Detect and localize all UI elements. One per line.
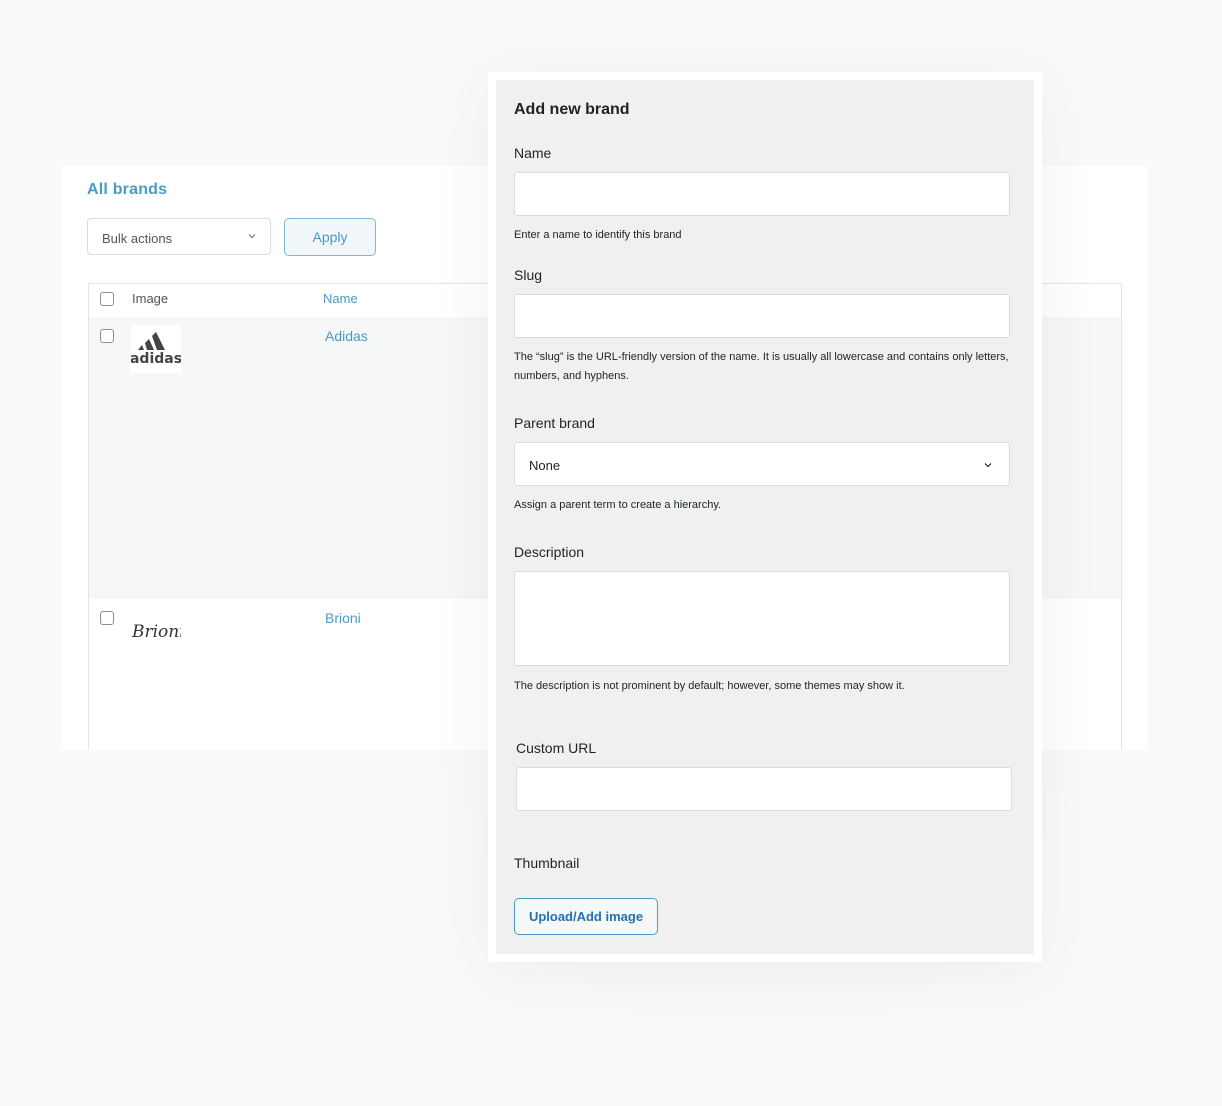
- slug-input[interactable]: [514, 294, 1010, 338]
- chevron-down-icon: [984, 463, 992, 468]
- slug-help-line-1: The “slug” is the URL-friendly version o…: [514, 351, 1009, 363]
- row-checkbox[interactable]: [100, 329, 114, 343]
- slug-help-line-2: numbers, and hyphens.: [514, 370, 629, 382]
- custom-url-input[interactable]: [516, 767, 1012, 811]
- add-brand-form: Add new brand Name Enter a name to ident…: [496, 80, 1034, 954]
- brand-name-link[interactable]: Brioni: [325, 610, 361, 626]
- name-label: Name: [514, 145, 552, 161]
- apply-button[interactable]: Apply: [284, 218, 376, 256]
- custom-url-label: Custom URL: [516, 740, 597, 756]
- parent-brand-label: Parent brand: [514, 415, 595, 431]
- add-brand-modal: Add new brand Name Enter a name to ident…: [488, 72, 1042, 962]
- parent-brand-help: Assign a parent term to create a hierarc…: [514, 499, 722, 511]
- description-textarea[interactable]: [514, 571, 1010, 666]
- description-help: The description is not prominent by defa…: [514, 680, 905, 692]
- svg-text:Brioni: Brioni: [131, 622, 181, 642]
- upload-image-button[interactable]: Upload/Add image: [514, 898, 658, 935]
- brioni-logo: Brioni: [131, 613, 185, 649]
- row-checkbox[interactable]: [100, 611, 114, 625]
- parent-brand-select[interactable]: None: [514, 442, 1010, 486]
- chevron-down-icon: [248, 234, 256, 239]
- all-brands-title: All brands: [87, 181, 168, 198]
- slug-label: Slug: [514, 267, 543, 283]
- adidas-logo: adidas: [130, 325, 182, 373]
- svg-text:adidas: adidas: [131, 351, 181, 367]
- name-input[interactable]: [514, 172, 1010, 216]
- form-title: Add new brand: [514, 101, 630, 118]
- column-header-image: Image: [132, 291, 169, 306]
- thumbnail-label: Thumbnail: [514, 855, 580, 871]
- parent-brand-value: None: [529, 458, 561, 473]
- brand-name-link[interactable]: Adidas: [325, 328, 368, 344]
- bulk-actions-value: Bulk actions: [102, 231, 173, 246]
- bulk-actions-select[interactable]: Bulk actions: [87, 218, 271, 255]
- name-help: Enter a name to identify this brand: [514, 229, 682, 241]
- select-all-checkbox[interactable]: [100, 292, 114, 306]
- column-header-name[interactable]: Name: [323, 291, 358, 306]
- description-label: Description: [514, 544, 585, 560]
